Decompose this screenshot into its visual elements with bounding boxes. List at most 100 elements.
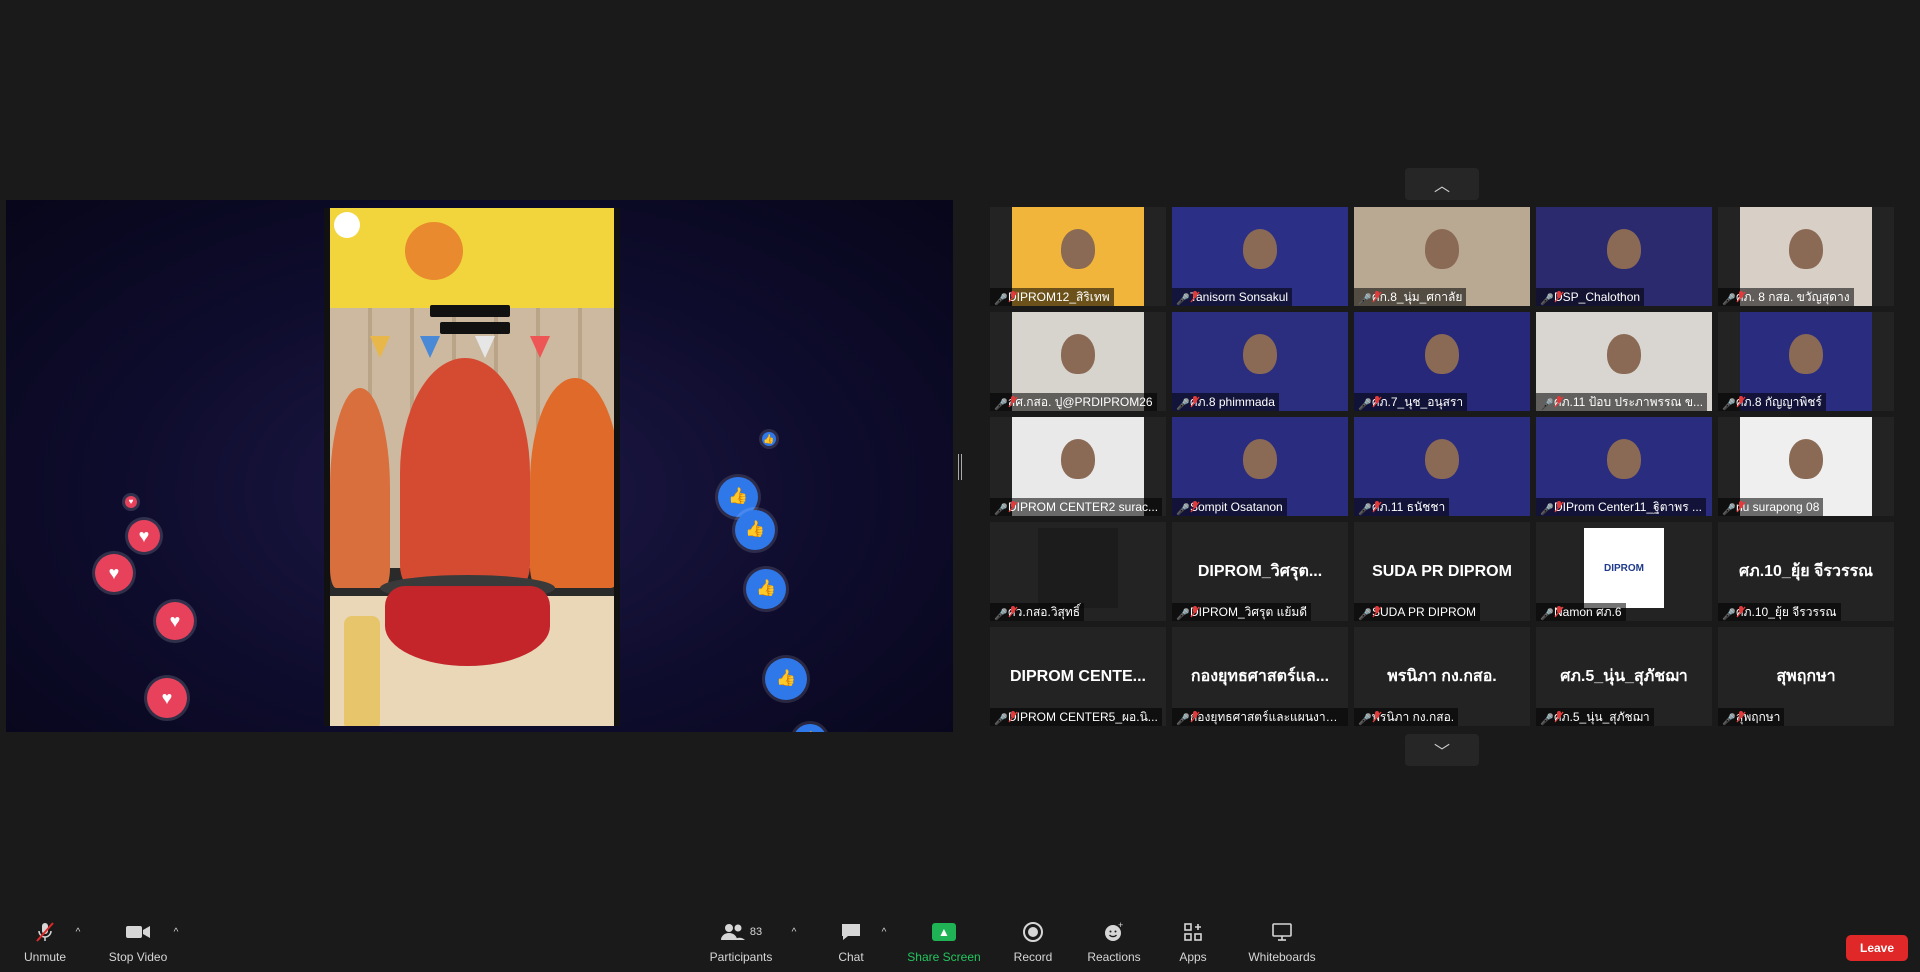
participant-tile[interactable]: DSP_Chalothon	[1536, 207, 1712, 306]
muted-microphone-icon	[994, 291, 1018, 303]
like-reaction-icon: 👍	[793, 724, 827, 732]
gallery-page-up-button[interactable]: ︿	[1405, 168, 1479, 200]
share-screen-button[interactable]: ▲ Share Screen	[906, 920, 982, 968]
participant-tile[interactable]: DIPROM_วิศรุต...DIPROM_วิศรุต แย้มดี	[1172, 522, 1348, 621]
participant-name-label: สุพฤกษา	[1718, 708, 1785, 726]
participant-tile[interactable]: ศภ.10_ยุ้ย จีรวรรณศภ.10_ยุ้ย จีรวรรณ	[1718, 522, 1894, 621]
participant-name-text: ศภ.11 ป้อบ ประภาพรรณ ข...	[1554, 395, 1704, 409]
participant-tile[interactable]: DIProm Center11_ฐิตาพร ...	[1536, 417, 1712, 516]
participant-tile[interactable]: ศภ. 8 กสอ. ขวัญสุดาง	[1718, 207, 1894, 306]
participant-silhouette	[1789, 334, 1823, 374]
chat-bubble-icon	[840, 920, 862, 944]
participant-name-text: ศก.8_นุ่ม_ศกาลัย	[1372, 290, 1463, 304]
apps-button[interactable]: Apps	[1178, 920, 1208, 968]
participant-name-label: ศภ.10_ยุ้ย จีรวรรณ	[1718, 603, 1841, 621]
presenter-person	[330, 388, 390, 588]
participant-tile[interactable]: ศภ.8 phimmada	[1172, 312, 1348, 411]
muted-microphone-icon	[34, 920, 56, 944]
sauce-bottle	[344, 616, 380, 726]
participant-tile[interactable]: ศว.กสอ.วิสุทธิ์	[990, 522, 1166, 621]
split-view-divider-handle[interactable]	[958, 454, 962, 480]
participant-name-label: DIProm Center11_ฐิตาพร ...	[1536, 498, 1706, 516]
participant-name-text: ศว.กสอ.วิสุทธิ์	[1008, 605, 1081, 619]
participant-tile[interactable]: ศก.8_นุ่ม_ศกาลัย	[1354, 207, 1530, 306]
muted-microphone-icon	[994, 501, 1018, 513]
video-options-caret[interactable]: ^	[170, 920, 182, 968]
participant-name-label: ศภ.11 ป้อบ ประภาพรรณ ข...	[1536, 393, 1708, 411]
participant-tile[interactable]: กองยุทธศาสตร์แล...กองยุทธศาสตร์และแผนงาน…	[1172, 627, 1348, 726]
muted-microphone-icon	[1358, 396, 1382, 408]
leave-meeting-button[interactable]: Leave	[1846, 935, 1908, 961]
apps-grid-icon	[1182, 920, 1204, 944]
muted-microphone-icon	[1722, 396, 1746, 408]
video-camera-icon	[125, 920, 151, 944]
participant-name-label: ศภ.8 phimmada	[1172, 393, 1279, 411]
participant-name-label: Namon ศภ.6	[1536, 603, 1626, 621]
shared-screen[interactable]: ♥ ♥ ♥ ♥ ♥ 👍 👍 👍 👍 👍 👍	[6, 200, 953, 732]
participant-tile[interactable]: ศภ.11 ธนัชชา	[1354, 417, 1530, 516]
participants-icon: 83	[720, 920, 762, 944]
participant-name-label: nu surapong 08	[1718, 498, 1824, 516]
participant-name-text: ศภ.7_นุช_อนุสรา	[1372, 395, 1464, 409]
participant-tile[interactable]: Tanisorn Sonsakul	[1172, 207, 1348, 306]
participant-name-label: DIPROM CENTER5_ผอ.นิ...	[990, 708, 1162, 726]
whiteboards-button[interactable]: Whiteboards	[1248, 920, 1316, 968]
stop-video-button[interactable]: Stop Video	[106, 920, 170, 968]
muted-microphone-icon	[1358, 711, 1382, 723]
participants-options-caret[interactable]: ^	[788, 920, 800, 968]
participant-tile[interactable]: สุพฤกษาสุพฤกษา	[1718, 627, 1894, 726]
participant-name-text: ศภ.5_นุ่น_สุภัชฌา	[1554, 710, 1650, 724]
audio-options-caret[interactable]: ^	[72, 920, 84, 968]
bunting-flag	[370, 336, 390, 358]
participant-name-label: ศภ.11 ธนัชชา	[1354, 498, 1450, 516]
participant-name-text: nu surapong 08	[1736, 500, 1820, 514]
participant-silhouette	[1425, 439, 1459, 479]
participant-name-text: DIProm Center11_ฐิตาพร ...	[1554, 500, 1702, 514]
bunting-flag	[530, 336, 550, 358]
reactions-button[interactable]: + Reactions	[1086, 920, 1142, 968]
participant-name-label: DIPROM_วิศรุต แย้มดี	[1172, 603, 1312, 621]
svg-text:+: +	[1118, 921, 1123, 930]
participants-count: 83	[749, 926, 763, 938]
participant-name-label: ศภ.8 กัญญาพิชร์	[1718, 393, 1826, 411]
participant-tile[interactable]: สศ.กสอ. ปู@PRDIPROM26	[990, 312, 1166, 411]
muted-microphone-icon	[994, 606, 1018, 618]
participant-silhouette	[1607, 439, 1641, 479]
participant-tile[interactable]: ศภ.8 กัญญาพิชร์	[1718, 312, 1894, 411]
chat-button[interactable]: Chat	[834, 920, 868, 968]
participant-tile[interactable]: Sompit Osatanon	[1172, 417, 1348, 516]
participant-tile[interactable]: DIPROMNamon ศภ.6	[1536, 522, 1712, 621]
participant-tile[interactable]: SUDA PR DIPROMSUDA PR DIPROM	[1354, 522, 1530, 621]
heart-reaction-icon: ♥	[125, 496, 137, 508]
participant-name-text: สศ.กสอ. ปู@PRDIPROM26	[1008, 395, 1153, 409]
like-reaction-icon: 👍	[735, 510, 775, 550]
participant-tile[interactable]: DIPROM CENTER2 surac...	[990, 417, 1166, 516]
participant-name-label: พรนิภา กง.กสอ.	[1354, 708, 1459, 726]
participant-name-text: ศภ.8 กัญญาพิชร์	[1736, 395, 1822, 409]
heart-reaction-icon: ♥	[128, 520, 160, 552]
participant-tile[interactable]: DIPROM12_สิริเทพ	[990, 207, 1166, 306]
participant-name-text: กองยุทธศาสตร์และแผนงาน ...	[1190, 710, 1348, 724]
participant-tile[interactable]: DIPROM CENTE...DIPROM CENTER5_ผอ.นิ...	[990, 627, 1166, 726]
muted-microphone-icon	[1176, 711, 1200, 723]
participant-tile[interactable]: พรนิภา กง.กสอ.พรนิภา กง.กสอ.	[1354, 627, 1530, 726]
chevron-up-icon: ^	[881, 926, 887, 938]
participant-name-label: ศภ.5_นุ่น_สุภัชฌา	[1536, 708, 1654, 726]
participant-name-label: DIPROM CENTER2 surac...	[990, 498, 1163, 516]
participant-name-text: ศภ.8 phimmada	[1190, 395, 1275, 409]
participant-tile[interactable]: ศภ.5_นุ่น_สุภัชฌาศภ.5_นุ่น_สุภัชฌา	[1536, 627, 1712, 726]
participant-tile[interactable]: ศภ.11 ป้อบ ประภาพรรณ ข...	[1536, 312, 1712, 411]
gallery-page-down-button[interactable]: ﹀	[1405, 734, 1479, 766]
participant-tile[interactable]: nu surapong 08	[1718, 417, 1894, 516]
unmute-button[interactable]: Unmute	[20, 920, 70, 968]
participant-name-label: ศภ.7_นุช_อนุสรา	[1354, 393, 1468, 411]
participants-button[interactable]: 83 Participants	[708, 920, 774, 968]
muted-microphone-icon	[1358, 501, 1382, 513]
muted-microphone-icon	[1176, 606, 1200, 618]
record-button[interactable]: Record	[1012, 920, 1054, 968]
video-banner	[330, 208, 614, 308]
participant-silhouette	[1061, 439, 1095, 479]
chat-options-caret[interactable]: ^	[878, 920, 890, 968]
muted-microphone-icon	[1358, 291, 1382, 303]
participant-tile[interactable]: ศภ.7_นุช_อนุสรา	[1354, 312, 1530, 411]
